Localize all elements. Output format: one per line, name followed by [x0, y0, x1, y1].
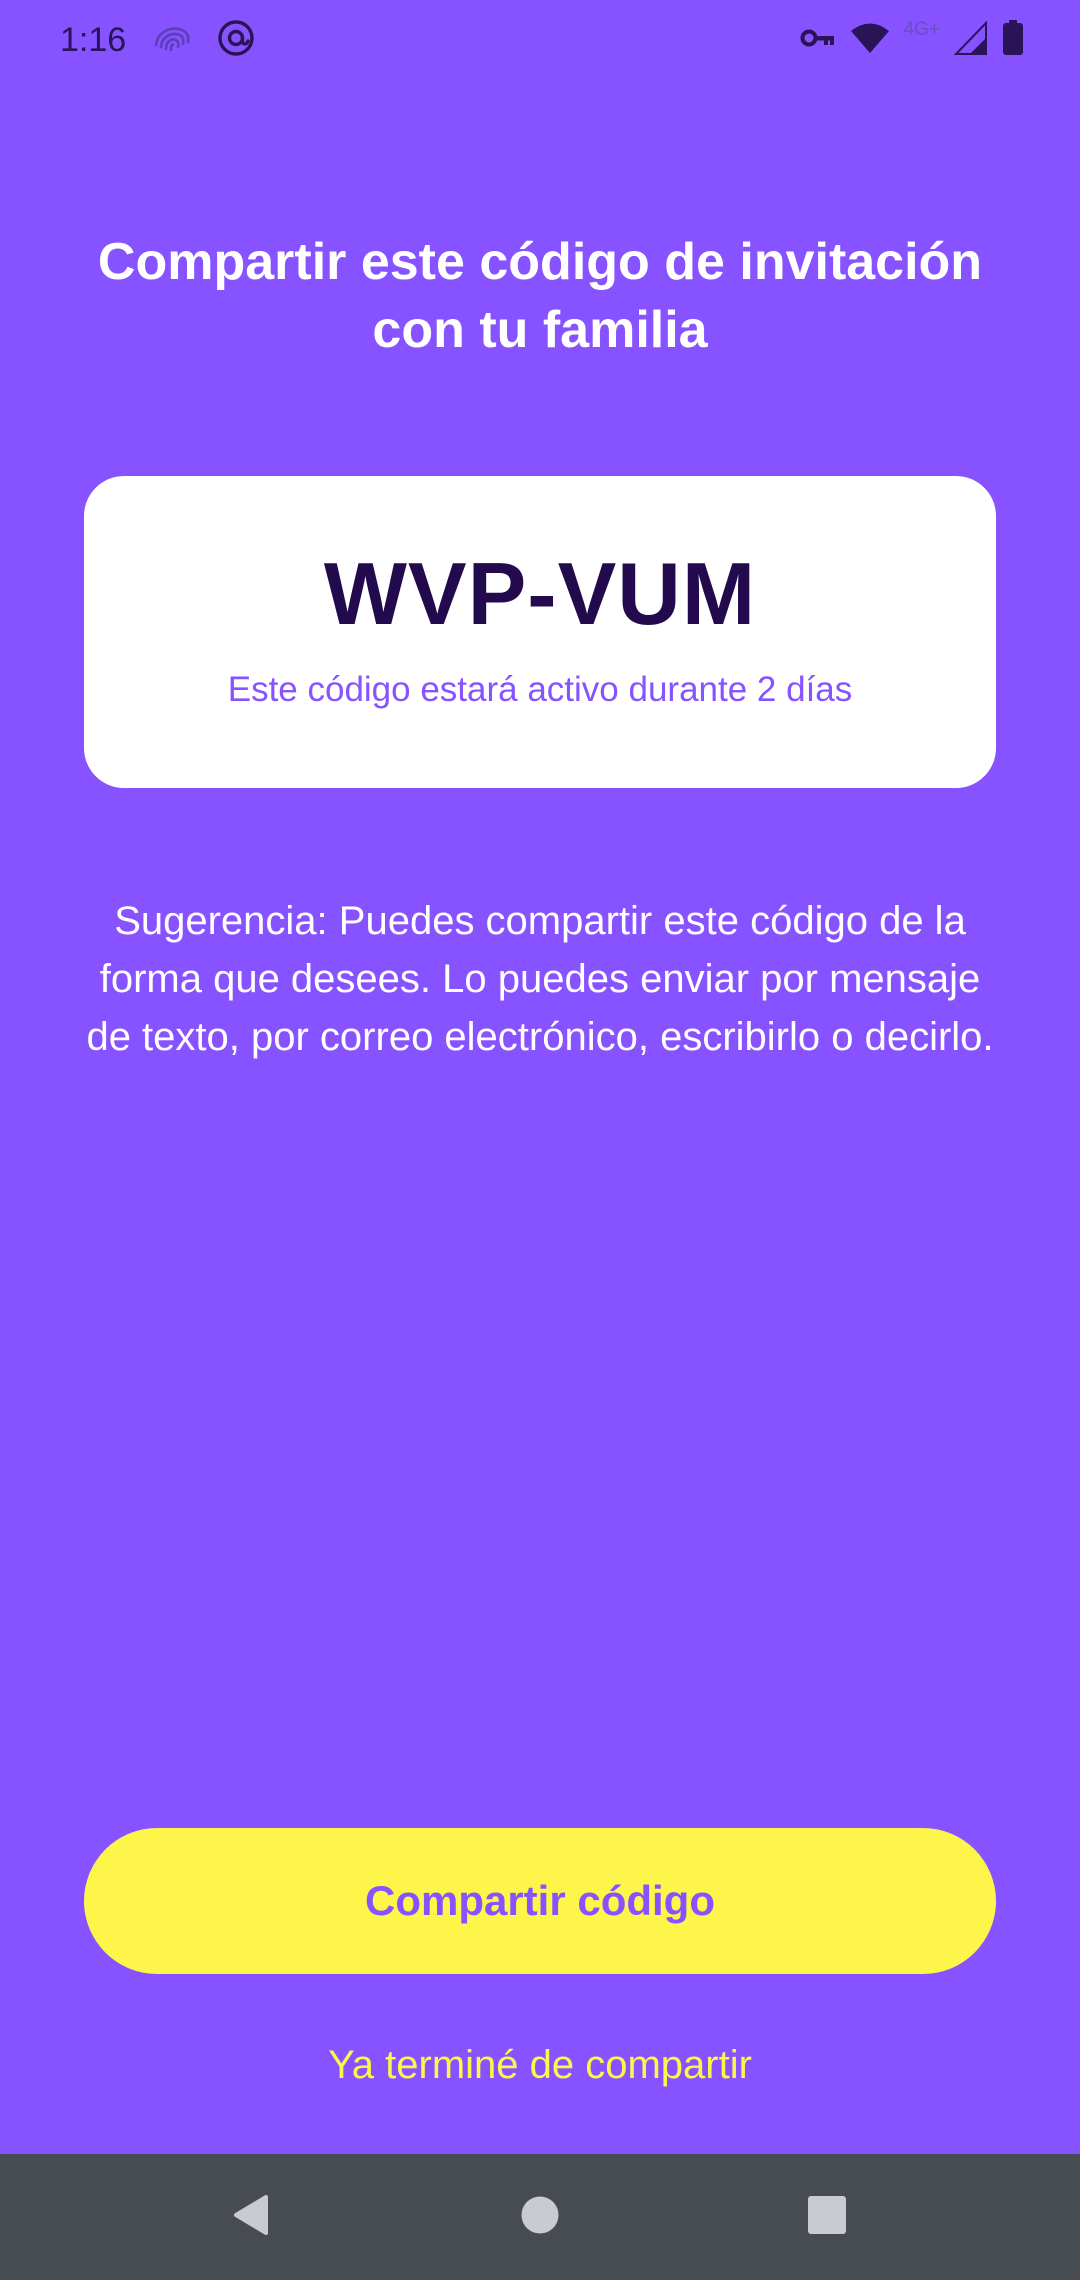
status-bar: 1:16 4G+ [0, 0, 1080, 80]
code-expiry-note: Este código estará activo durante 2 días [227, 670, 853, 709]
status-right-icons: 4G+ [800, 18, 1024, 62]
network-type-label: 4G+ [903, 19, 940, 40]
status-left-icons [152, 18, 256, 62]
wifi-icon [850, 22, 890, 59]
signal-icon [953, 20, 988, 60]
battery-icon [1002, 19, 1024, 61]
navigation-bar [0, 2154, 1080, 2280]
vpn-key-icon [800, 28, 836, 53]
back-icon [230, 2193, 270, 2242]
status-time: 1:16 [60, 21, 127, 59]
recents-icon [807, 2195, 847, 2240]
page-title: Compartir este código de invitación con … [97, 233, 983, 359]
invitation-code: WVP-VUM [323, 544, 757, 643]
sharing-tip: Sugerencia: Puedes compartir este código… [86, 899, 994, 1059]
recents-button[interactable] [797, 2187, 857, 2247]
fingerprint-icon [152, 23, 192, 58]
home-button[interactable] [510, 2187, 570, 2247]
at-sign-icon [216, 18, 256, 63]
invitation-code-card: WVP-VUM Este código estará activo durant… [84, 476, 996, 788]
share-code-button[interactable]: Compartir código [84, 1828, 996, 1974]
done-sharing-link[interactable]: Ya terminé de compartir [84, 2034, 996, 2096]
home-icon [520, 2195, 560, 2240]
back-button[interactable] [220, 2187, 280, 2247]
